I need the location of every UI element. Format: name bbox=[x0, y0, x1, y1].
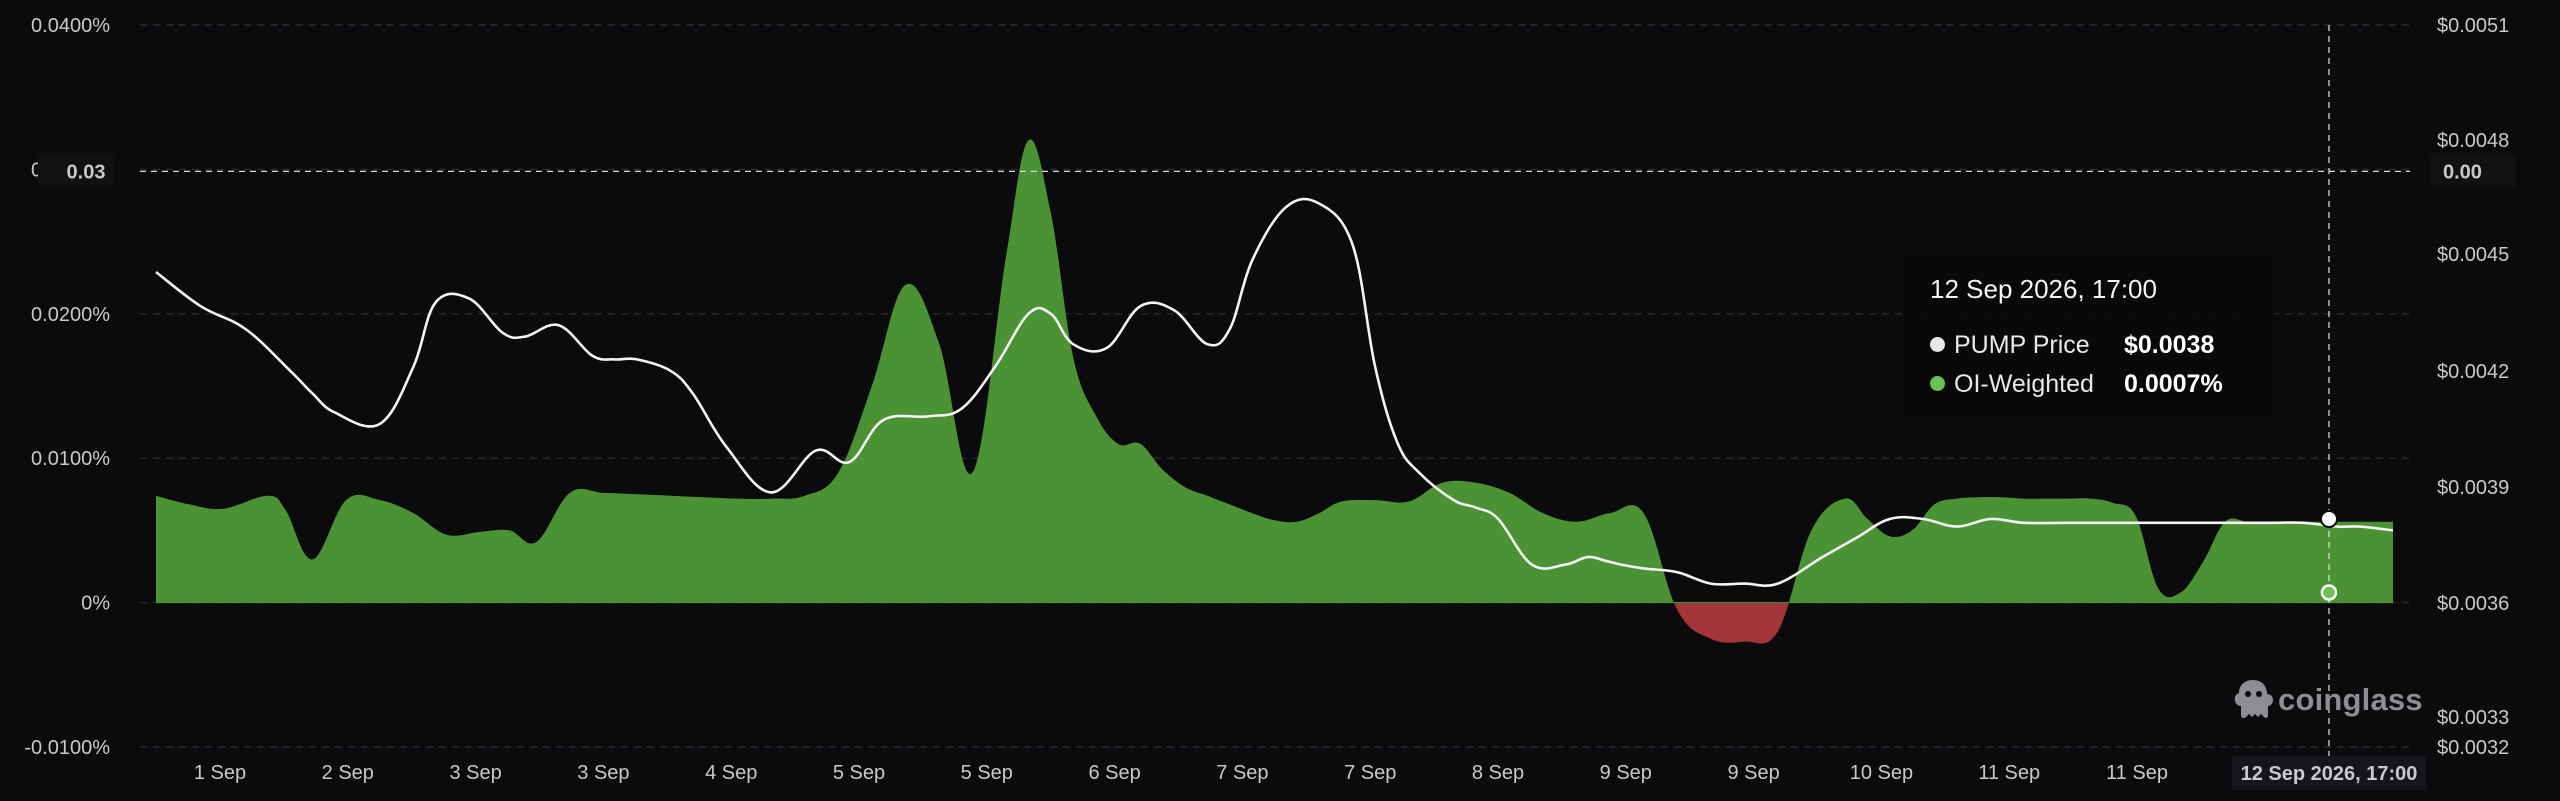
x-axis: 1 Sep 2 Sep 3 Sep 3 Sep 4 Sep 5 Sep 5 Sep 6 Sep… bbox=[194, 756, 2426, 790]
price-dot-icon bbox=[1930, 336, 1945, 352]
right-tick-label: $0.0036 bbox=[2437, 593, 2509, 615]
right-tick-label: $0.0033 bbox=[2437, 707, 2509, 729]
right-tick-label: $0.0039 bbox=[2437, 477, 2509, 499]
coinglass-mark-icon bbox=[2234, 680, 2273, 719]
tooltip-oi-label: OI-Weighted bbox=[1954, 370, 2094, 398]
x-tick-label: 7 Sep bbox=[1344, 762, 1396, 784]
right-y-axis: $0.0032 $0.0033 $0.0036 $0.0039 $0.0042 $0.00… bbox=[2430, 15, 2516, 759]
left-tick-label: 0% bbox=[81, 593, 110, 615]
x-tick-label: 11 Sep bbox=[1978, 762, 2040, 784]
coinglass-logo: coinglass bbox=[2232, 675, 2423, 725]
left-crosshair-label: 0.03 bbox=[67, 161, 106, 183]
x-tick-label: 1 Sep bbox=[194, 762, 246, 784]
price-marker bbox=[2320, 510, 2338, 528]
x-tick-label: 5 Sep bbox=[833, 762, 885, 784]
tooltip-price-value: $0.0038 bbox=[2124, 331, 2215, 359]
chart-container: -0.0100%0%0.0100%0.0200%0.0300%0.0400%0.… bbox=[0, 0, 2560, 796]
x-tick-label: 10 Sep bbox=[1850, 762, 1913, 784]
coinglass-wordmark: coinglass bbox=[2278, 682, 2423, 717]
x-tick-label: 4 Sep bbox=[705, 762, 757, 784]
tooltip-row-oi: OI-Weighted bbox=[1930, 370, 2094, 399]
right-tick-label: $0.0042 bbox=[2437, 361, 2509, 383]
left-tick-label: 0.0400% bbox=[31, 15, 110, 37]
x-tick-label: 9 Sep bbox=[1727, 762, 1779, 784]
x-tick-label: 5 Sep bbox=[961, 762, 1013, 784]
oi-dot-icon bbox=[1930, 375, 1945, 391]
right-tick-label: $0.0045 bbox=[2437, 244, 2509, 266]
right-crosshair-label: 0.00 bbox=[2443, 161, 2482, 183]
right-tick-label: $0.0051 bbox=[2437, 15, 2509, 37]
x-tick-label: 9 Sep bbox=[1600, 762, 1652, 784]
tooltip-row-price: PUMP Price bbox=[1930, 331, 2090, 360]
x-tick-label: 3 Sep bbox=[577, 762, 629, 784]
x-tick-label: 6 Sep bbox=[1088, 762, 1140, 784]
x-tick-label: 8 Sep bbox=[1472, 762, 1524, 784]
x-tick-label: 7 Sep bbox=[1216, 762, 1268, 784]
left-tick-label: 0.0200% bbox=[31, 304, 110, 326]
oi-marker bbox=[2320, 584, 2338, 601]
tooltip: 12 Sep 2026, 17:00 PUMP Price $0.0038 OI… bbox=[1903, 256, 2275, 416]
right-tick-label: $0.0032 bbox=[2437, 737, 2509, 759]
right-tick-label: $0.0048 bbox=[2437, 130, 2509, 152]
x-highlight-label: 12 Sep 2026, 17:00 bbox=[2241, 763, 2418, 785]
tooltip-oi-value: 0.0007% bbox=[2124, 370, 2223, 398]
tooltip-title: 12 Sep 2026, 17:00 bbox=[1930, 274, 2157, 304]
left-tick-label: 0.0100% bbox=[31, 448, 110, 470]
left-tick-label: -0.0100% bbox=[24, 737, 110, 759]
x-tick-label: 11 Sep bbox=[2106, 762, 2168, 784]
x-tick-label: 2 Sep bbox=[322, 762, 374, 784]
x-tick-label: 3 Sep bbox=[449, 762, 501, 784]
tooltip-price-label: PUMP Price bbox=[1954, 331, 2090, 359]
left-y-axis: -0.0100%0%0.0100%0.0200%0.0300%0.0400%0.… bbox=[24, 15, 114, 759]
